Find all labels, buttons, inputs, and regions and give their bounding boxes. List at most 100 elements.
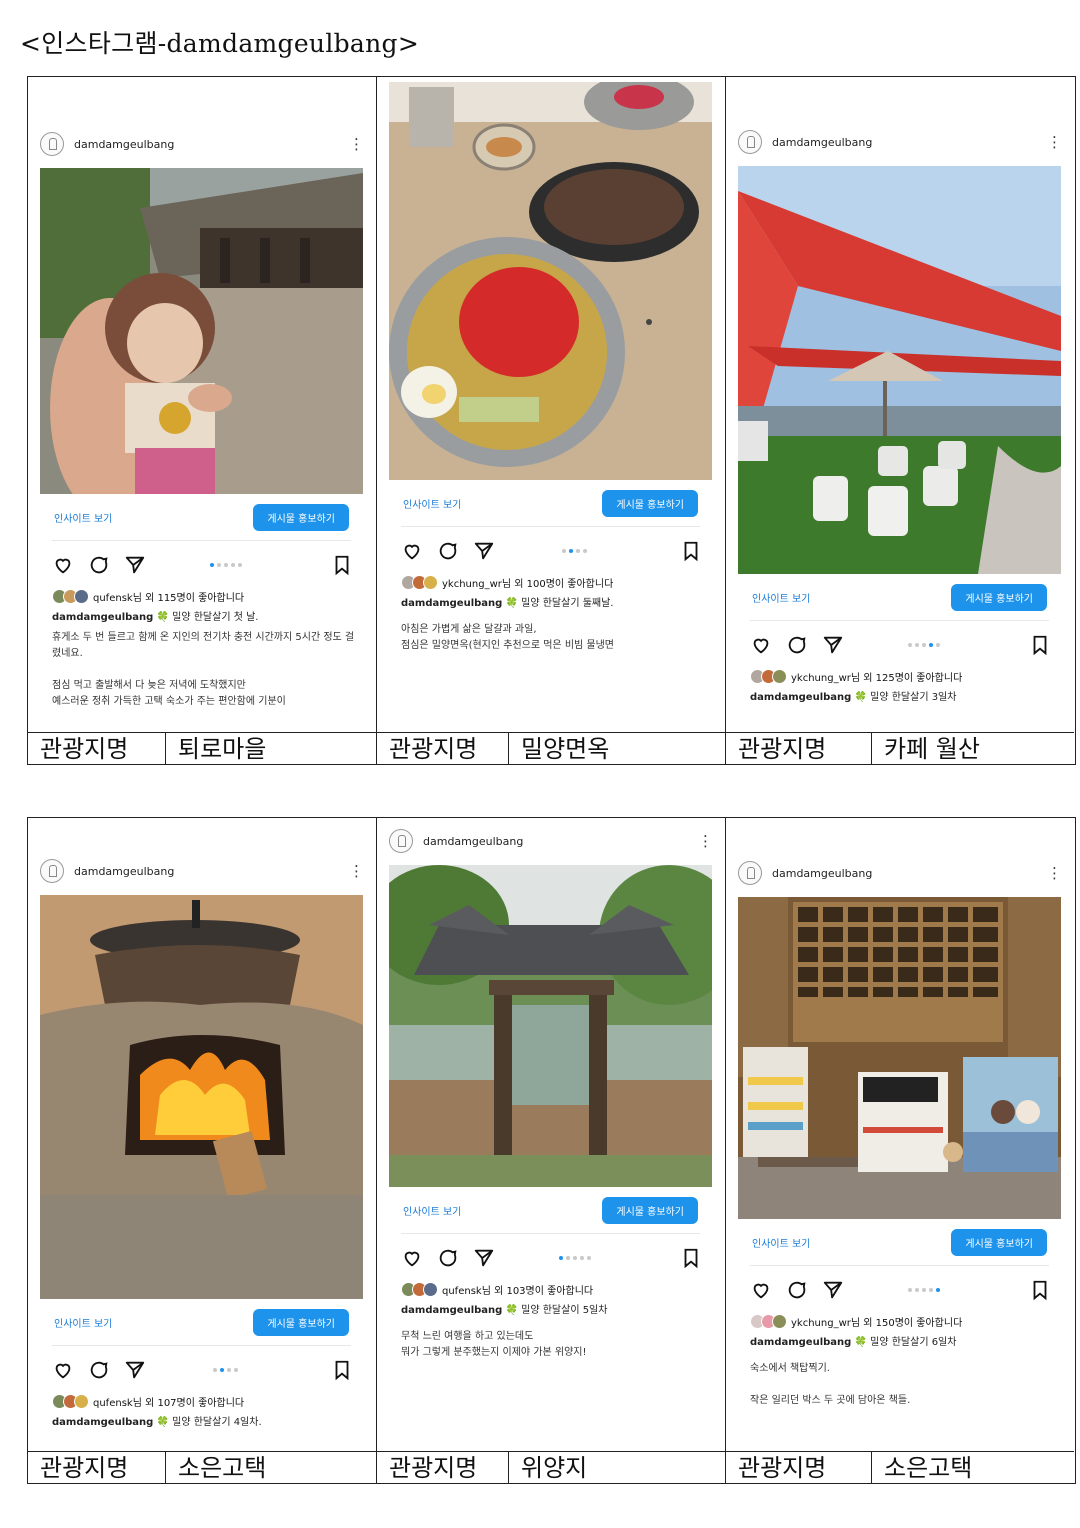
caption-body: 숙소에서 책탑찍기. 작은 일리던 박스 두 곳에 담아온 책들.	[750, 1363, 911, 1406]
view-insights-link[interactable]: 인사이트 보기	[54, 510, 112, 525]
bookmark-icon[interactable]	[1029, 1279, 1051, 1301]
caption-username[interactable]: damdamgeulbang	[750, 692, 851, 703]
promote-post-button[interactable]: 게시물 홍보하기	[253, 503, 349, 531]
likes-count[interactable]: qufensk님 외 107명이 좋아합니다	[93, 1394, 244, 1409]
caption-text: 밀양 한달살기 둘째날.	[521, 598, 614, 609]
carousel-indicator	[160, 1368, 291, 1372]
carousel-indicator	[509, 549, 640, 553]
profile-avatar[interactable]	[40, 132, 64, 156]
location-label-key: 관광지명	[377, 733, 509, 764]
caption: damdamgeulbang 🍀 밀양 한달살기 3일차	[750, 692, 957, 703]
heart-icon[interactable]	[401, 540, 423, 562]
more-options-icon[interactable]: ⋮	[349, 135, 364, 153]
comment-icon[interactable]	[786, 1279, 808, 1301]
carousel-dot	[227, 1368, 231, 1372]
more-options-icon[interactable]: ⋮	[698, 832, 713, 850]
bookmark-icon[interactable]	[331, 1359, 353, 1381]
heart-icon[interactable]	[750, 634, 772, 656]
more-options-icon[interactable]: ⋮	[349, 862, 364, 880]
comment-icon[interactable]	[786, 634, 808, 656]
username[interactable]: damdamgeulbang	[74, 865, 349, 878]
promote-post-button[interactable]: 게시물 홍보하기	[951, 1228, 1047, 1256]
post-photo[interactable]	[738, 897, 1061, 1219]
post-card: 인사이트 보기 게시물 홍보하기 ykchung_wr님 외 100명이 좋아합…	[377, 77, 726, 732]
username[interactable]: damdamgeulbang	[74, 138, 349, 151]
location-label: 관광지명 소은고택	[726, 1451, 1074, 1483]
caption-username[interactable]: damdamgeulbang	[52, 1417, 153, 1428]
username[interactable]: damdamgeulbang	[772, 136, 1047, 149]
view-insights-link[interactable]: 인사이트 보기	[403, 496, 461, 511]
caption: damdamgeulbang 🍀 밀양 한달살이 5일차	[401, 1305, 608, 1316]
username[interactable]: damdamgeulbang	[772, 867, 1047, 880]
share-icon[interactable]	[473, 540, 495, 562]
comment-icon[interactable]	[437, 1247, 459, 1269]
profile-avatar[interactable]	[738, 861, 762, 885]
liker-avatar	[423, 575, 438, 590]
post-photo[interactable]	[40, 895, 363, 1299]
carousel-dot	[907, 643, 912, 647]
promote-post-button[interactable]: 게시물 홍보하기	[253, 1308, 349, 1336]
post-photo[interactable]	[389, 82, 712, 480]
username[interactable]: damdamgeulbang	[423, 835, 698, 848]
comment-icon[interactable]	[437, 540, 459, 562]
share-icon[interactable]	[124, 1359, 146, 1381]
caption-username[interactable]: damdamgeulbang	[750, 1337, 851, 1348]
caption-username[interactable]: damdamgeulbang	[52, 612, 153, 623]
share-icon[interactable]	[822, 634, 844, 656]
carousel-dot	[562, 549, 566, 553]
view-insights-link[interactable]: 인사이트 보기	[752, 590, 810, 605]
profile-avatar[interactable]	[389, 829, 413, 853]
share-icon[interactable]	[473, 1247, 495, 1269]
promote-post-button[interactable]: 게시물 홍보하기	[602, 489, 698, 517]
carousel-dot	[914, 1288, 919, 1292]
post-card: damdamgeulbang ⋮	[28, 77, 377, 732]
carousel-dot	[914, 643, 919, 647]
location-label-value: 카페 월산	[884, 735, 980, 763]
carousel-dot	[921, 643, 926, 647]
carousel-dot	[583, 549, 587, 553]
more-options-icon[interactable]: ⋮	[1047, 864, 1062, 882]
bookmark-icon[interactable]	[1029, 634, 1051, 656]
carousel-dot	[223, 563, 228, 567]
bookmark-icon[interactable]	[680, 540, 702, 562]
bookmark-icon[interactable]	[680, 1247, 702, 1269]
view-insights-link[interactable]: 인사이트 보기	[54, 1315, 112, 1330]
likes-count[interactable]: qufensk님 외 115명이 좋아합니다	[93, 589, 244, 604]
comment-icon[interactable]	[88, 1359, 110, 1381]
location-label: 관광지명 밀양면옥	[377, 732, 726, 764]
more-options-icon[interactable]: ⋮	[1047, 133, 1062, 151]
location-label-key: 관광지명	[377, 1452, 509, 1483]
post-photo[interactable]	[40, 168, 363, 494]
heart-icon[interactable]	[52, 554, 74, 576]
likes-count[interactable]: ykchung_wr님 외 150명이 좋아합니다	[791, 1314, 962, 1329]
likes-count[interactable]: ykchung_wr님 외 125명이 좋아합니다	[791, 669, 962, 684]
liker-avatar	[772, 1314, 787, 1329]
view-insights-link[interactable]: 인사이트 보기	[752, 1235, 810, 1250]
likes-count[interactable]: qufensk님 외 103명이 좋아합니다	[442, 1282, 593, 1297]
heart-icon[interactable]	[401, 1247, 423, 1269]
location-label-value: 위양지	[521, 1454, 588, 1482]
likes-count[interactable]: ykchung_wr님 외 100명이 좋아합니다	[442, 575, 613, 590]
caption-username[interactable]: damdamgeulbang	[401, 598, 502, 609]
caption-body: 휴게소 두 번 들르고 함께 온 지인의 전기차 충전 시간까지 5시간 정도 …	[52, 632, 355, 707]
view-insights-link[interactable]: 인사이트 보기	[403, 1203, 461, 1218]
heart-icon[interactable]	[750, 1279, 772, 1301]
location-label: 관광지명 카페 월산	[726, 732, 1074, 764]
caption-username[interactable]: damdamgeulbang	[401, 1305, 502, 1316]
share-icon[interactable]	[822, 1279, 844, 1301]
comment-icon[interactable]	[88, 554, 110, 576]
page-title: <인스타그램-damdamgeulbang>	[20, 29, 420, 58]
location-label-value: 소은고택	[884, 1454, 973, 1482]
post-photo[interactable]	[738, 166, 1061, 574]
profile-avatar[interactable]	[40, 859, 64, 883]
profile-avatar[interactable]	[738, 130, 762, 154]
post-photo[interactable]	[389, 865, 712, 1187]
caption-body: 아침은 가볍게 삶은 달걀과 과일, 점심은 밀양면옥(현지인 추천으로 먹은 …	[401, 624, 614, 651]
post-card: damdamgeulbang ⋮	[28, 818, 377, 1451]
promote-post-button[interactable]: 게시물 홍보하기	[951, 583, 1047, 611]
heart-icon[interactable]	[52, 1359, 74, 1381]
caption: damdamgeulbang 🍀 밀양 한달살기 4일차.	[52, 1417, 262, 1428]
promote-post-button[interactable]: 게시물 홍보하기	[602, 1196, 698, 1224]
share-icon[interactable]	[124, 554, 146, 576]
bookmark-icon[interactable]	[331, 554, 353, 576]
